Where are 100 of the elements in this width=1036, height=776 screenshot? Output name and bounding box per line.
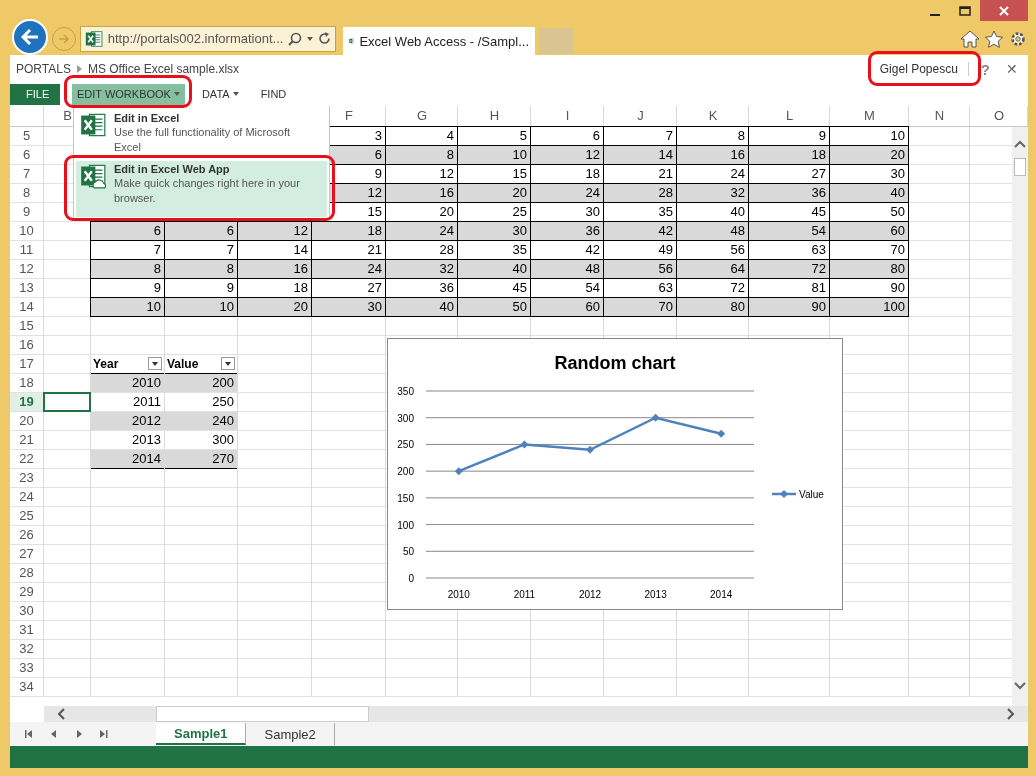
table-cell: 70 [603, 296, 677, 317]
axis-label: 200 [397, 466, 414, 477]
row-header[interactable]: 25 [10, 506, 43, 525]
ribbon-tab[interactable]: EDIT WORKBOOK [72, 83, 185, 105]
row-header[interactable]: 24 [10, 487, 43, 506]
row-header[interactable]: 30 [10, 601, 43, 620]
row-header[interactable]: 15 [10, 316, 43, 335]
horizontal-scrollbar[interactable] [44, 706, 1028, 723]
axis-label: 2013 [644, 588, 667, 600]
row-header[interactable]: 12 [10, 259, 43, 278]
table-cell: 14 [603, 144, 677, 165]
table-cell: 60 [530, 296, 604, 317]
home-icon[interactable] [960, 29, 980, 48]
skip-forward-icon [99, 730, 108, 739]
row-header[interactable]: 14 [10, 297, 43, 316]
user-name[interactable]: Gigel Popescu [869, 62, 969, 77]
legend-label: Value [799, 488, 824, 500]
column-header[interactable]: M [830, 105, 909, 126]
column-header[interactable]: G [386, 105, 458, 126]
vertical-scrollbar[interactable] [1012, 126, 1028, 707]
browser-tab[interactable]: Excel Web Access - /Sampl... [343, 27, 535, 55]
row-header[interactable]: 29 [10, 582, 43, 601]
row-header[interactable]: 34 [10, 677, 43, 696]
caret-icon [225, 361, 231, 366]
row-header[interactable]: 19 [10, 392, 43, 411]
header-label: Value [167, 356, 199, 371]
row-header[interactable]: 31 [10, 620, 43, 639]
close-button[interactable] [980, 0, 1028, 21]
scroll-left-icon[interactable] [56, 708, 66, 721]
caret-icon [173, 92, 180, 97]
table-cell: 20 [457, 182, 531, 203]
data-point [586, 445, 594, 454]
star-icon[interactable] [984, 29, 1004, 48]
ribbon-tab[interactable]: DATA [196, 83, 244, 105]
sheet-tab[interactable]: Sample2 [246, 723, 335, 746]
close-button[interactable]: ✕ [1002, 61, 1022, 78]
row-header[interactable]: 26 [10, 525, 43, 544]
column-header[interactable]: O [970, 105, 1028, 126]
row-header[interactable]: 20 [10, 411, 43, 430]
row-header[interactable]: 9 [10, 202, 43, 221]
search-icon[interactable] [288, 31, 303, 46]
back-button[interactable] [12, 18, 48, 55]
row-header[interactable]: 16 [10, 335, 43, 354]
row-header[interactable]: 17 [10, 354, 43, 373]
table-cell: 18 [748, 144, 830, 165]
sheet-tab[interactable]: Sample1 [156, 723, 247, 746]
row-header[interactable]: 28 [10, 563, 43, 582]
column-header[interactable]: J [604, 105, 677, 126]
column-header[interactable]: I [531, 105, 604, 126]
row-header[interactable]: 13 [10, 278, 43, 297]
address-bar[interactable]: http://portals002.informationt... [80, 25, 336, 52]
skip-back-icon [24, 730, 33, 739]
filter-button[interactable] [221, 357, 235, 371]
data-point [717, 429, 726, 438]
row-header[interactable]: 5 [10, 126, 43, 145]
menu-item-description: Use the full functionality of Microsoft Excel [114, 124, 292, 155]
column-header[interactable]: N [909, 105, 970, 126]
row-header[interactable]: 23 [10, 468, 43, 487]
minimize-icon [930, 13, 940, 16]
excel-icon [80, 162, 106, 189]
help-button[interactable]: ? [974, 60, 996, 78]
caret-icon [152, 361, 158, 366]
row-header[interactable]: 6 [10, 145, 43, 164]
header-label: Year [93, 356, 119, 371]
caret-icon [232, 92, 239, 97]
column-header[interactable]: H [458, 105, 531, 126]
scroll-thumb[interactable] [156, 706, 369, 723]
scroll-thumb[interactable] [1014, 157, 1026, 176]
table-cell: 2014 [91, 449, 164, 469]
row-header[interactable]: 21 [10, 430, 43, 449]
axis-label: 2012 [578, 588, 602, 600]
table-cell: 30 [457, 220, 531, 241]
refresh-icon[interactable] [318, 32, 331, 45]
row-header[interactable]: 27 [10, 544, 43, 563]
ribbon-tab[interactable]: FILE [10, 83, 60, 105]
row-header[interactable]: 32 [10, 639, 43, 658]
table-cell: 8 [164, 258, 238, 279]
settings-icon[interactable] [1008, 29, 1028, 48]
row-header[interactable]: 22 [10, 449, 43, 468]
table-cell: 24 [530, 182, 604, 203]
row-header[interactable]: 11 [10, 240, 43, 259]
scroll-right-icon[interactable] [1006, 708, 1016, 721]
column-header[interactable]: L [749, 105, 830, 126]
breadcrumb-link[interactable]: PORTALS [16, 62, 71, 77]
axis-label: 2011 [513, 588, 536, 600]
excel-icon [80, 111, 106, 138]
ribbon-tab[interactable]: FIND [255, 83, 292, 105]
menu-item[interactable]: Edit in Excel Web App Make quick changes right here in your browser. [76, 160, 327, 217]
table-cell: 10 [457, 144, 531, 165]
selected-cell[interactable] [43, 391, 91, 412]
row-header[interactable]: 10 [10, 221, 43, 240]
row-header[interactable]: 33 [10, 658, 43, 677]
axis-label: 300 [397, 412, 414, 424]
column-header[interactable]: K [677, 105, 749, 126]
row-header[interactable]: 7 [10, 164, 43, 183]
table-cell: 90 [748, 296, 830, 317]
row-header[interactable]: 8 [10, 183, 43, 202]
table-cell: 50 [457, 296, 531, 317]
filter-button[interactable] [148, 357, 162, 371]
row-header[interactable]: 18 [10, 373, 43, 392]
